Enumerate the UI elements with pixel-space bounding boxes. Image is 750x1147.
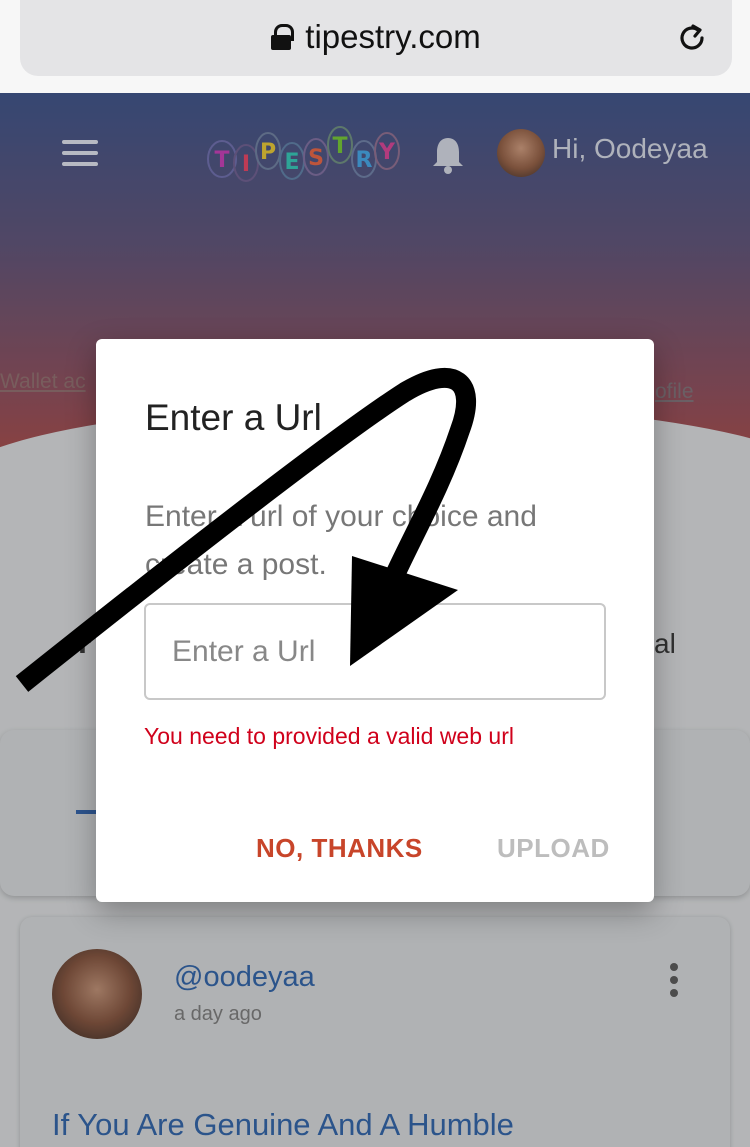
- dialog-title: Enter a Url: [145, 397, 322, 438]
- reload-icon[interactable]: [676, 22, 708, 54]
- dialog-description: Enter a url of your choice and create a …: [145, 500, 537, 581]
- address-bar[interactable]: tipestry.com: [20, 0, 732, 76]
- url-display: tipestry.com: [20, 18, 732, 56]
- upload-button[interactable]: UPLOAD: [497, 833, 610, 864]
- lock-icon: [271, 24, 295, 50]
- enter-url-dialog: Enter a Url Enter a url of your choice a…: [96, 339, 654, 902]
- validation-error: You need to provided a valid web url: [144, 723, 514, 749]
- url-text: tipestry.com: [305, 18, 481, 55]
- browser-bar: tipestry.com: [0, 0, 750, 93]
- url-input[interactable]: [144, 603, 606, 700]
- no-thanks-button[interactable]: NO, THANKS: [256, 833, 423, 864]
